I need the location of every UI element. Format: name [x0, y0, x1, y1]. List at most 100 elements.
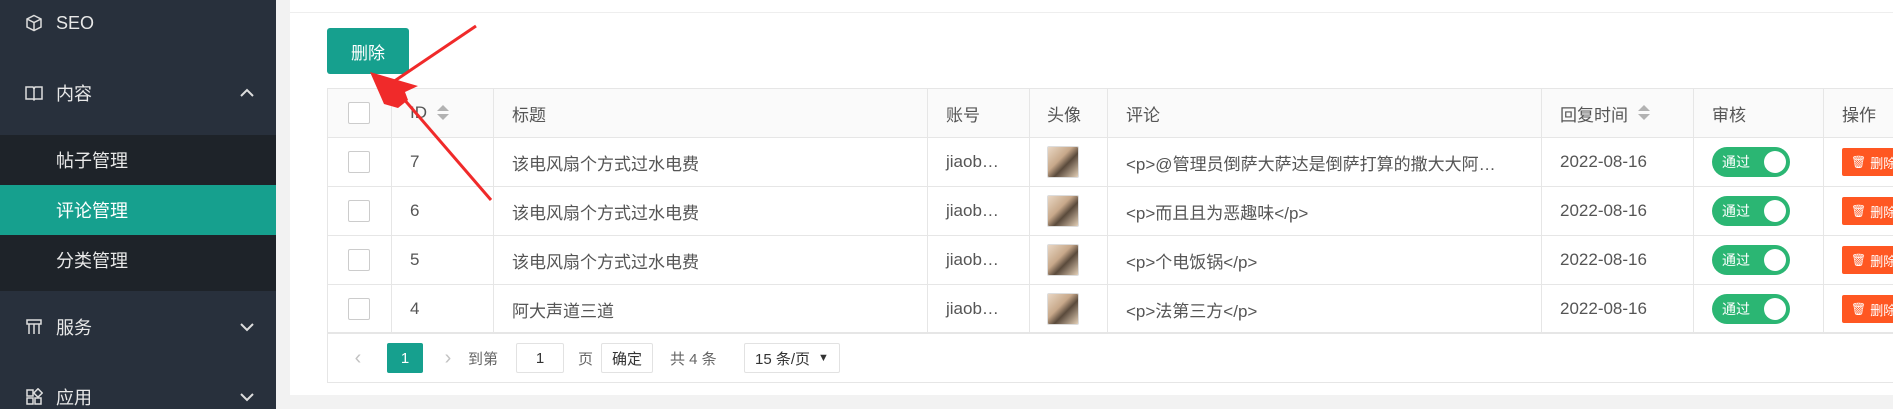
toggle-label: 通过	[1722, 203, 1750, 219]
cell-avatar	[1030, 285, 1108, 333]
cell-audit: 通过	[1694, 138, 1824, 186]
cell-comment: <p>个电饭锅</p>	[1108, 236, 1542, 284]
column-header-label: 头像	[1047, 105, 1081, 125]
page-size-select[interactable]: 15 条/页 ▼	[744, 343, 840, 373]
comments-table: ID 标题 账号 头像 评论 回复时间 审核 操作 7 该电风扇个方式过水电费 …	[327, 88, 1893, 334]
sidebar-item-comments[interactable]: 评论管理	[0, 185, 276, 235]
trash-icon: 🗑	[1851, 155, 1867, 169]
cell-actions: 🗑 删除	[1824, 138, 1893, 186]
sort-icon[interactable]	[437, 105, 449, 121]
sort-icon[interactable]	[1638, 105, 1650, 121]
confirm-page-button[interactable]: 确定	[601, 343, 654, 373]
divider	[290, 12, 1893, 13]
row-delete-button[interactable]: 🗑 删除	[1842, 246, 1893, 274]
column-header-actions: 操作	[1824, 89, 1893, 137]
cell-account: jiaob…	[928, 187, 1030, 235]
row-checkbox-cell	[328, 236, 392, 284]
cell-id: 4	[392, 285, 494, 333]
cell-title: 该电风扇个方式过水电费	[494, 236, 928, 284]
toggle-label: 通过	[1722, 252, 1750, 268]
row-checkbox-cell	[328, 285, 392, 333]
toggle-label: 通过	[1722, 301, 1750, 317]
column-header-id[interactable]: ID	[392, 89, 494, 137]
page-1-button[interactable]: 1	[387, 343, 423, 373]
chevron-up-icon	[240, 88, 254, 97]
avatar[interactable]	[1047, 293, 1079, 325]
column-header-label: 操作	[1842, 105, 1876, 125]
sidebar-item-seo[interactable]: SEO	[0, 0, 276, 52]
next-page-icon[interactable]: ›	[438, 343, 458, 373]
sidebar-item-label: 内容	[56, 84, 92, 104]
column-header-label: 标题	[512, 105, 546, 125]
row-delete-label: 删除	[1870, 253, 1893, 269]
book-icon	[24, 83, 44, 103]
column-header-audit: 审核	[1694, 89, 1824, 137]
sidebar-item-content[interactable]: 内容	[0, 64, 276, 122]
cell-title: 该电风扇个方式过水电费	[494, 187, 928, 235]
column-header-reply-time[interactable]: 回复时间	[1542, 89, 1694, 137]
row-checkbox-cell	[328, 138, 392, 186]
cell-actions: 🗑 删除	[1824, 187, 1893, 235]
cell-title: 该电风扇个方式过水电费	[494, 138, 928, 186]
audit-toggle[interactable]: 通过	[1712, 147, 1790, 177]
avatar[interactable]	[1047, 146, 1079, 178]
cell-title: 阿大声道三道	[494, 285, 928, 333]
column-header-label: 账号	[946, 105, 980, 125]
row-delete-button[interactable]: 🗑 删除	[1842, 197, 1893, 225]
avatar[interactable]	[1047, 244, 1079, 276]
cell-account: jiaob…	[928, 285, 1030, 333]
avatar[interactable]	[1047, 195, 1079, 227]
column-header-label: 回复时间	[1560, 105, 1628, 125]
cell-comment: <p>而且且为恶趣味</p>	[1108, 187, 1542, 235]
row-delete-label: 删除	[1870, 204, 1893, 220]
column-header-comment: 评论	[1108, 89, 1542, 137]
submenu-label: 帖子管理	[56, 151, 128, 171]
cell-account: jiaob…	[928, 236, 1030, 284]
sidebar-item-apps[interactable]: 应用	[0, 368, 276, 409]
sidebar: SEO 内容 帖子管理 评论管理 分类管理 服务 应用	[0, 0, 276, 409]
row-delete-button[interactable]: 🗑 删除	[1842, 295, 1893, 323]
delete-button[interactable]: 删除	[327, 28, 409, 74]
cell-id: 6	[392, 187, 494, 235]
audit-toggle[interactable]: 通过	[1712, 196, 1790, 226]
sidebar-item-label: SEO	[56, 12, 95, 33]
row-checkbox[interactable]	[348, 151, 370, 173]
pagination: ‹ 1 › 到第 页 确定 共 4 条 15 条/页 ▼	[327, 333, 1893, 383]
submenu-label: 分类管理	[56, 251, 128, 271]
select-all-checkbox[interactable]	[348, 102, 370, 124]
chevron-down-icon: ▼	[818, 352, 829, 364]
row-checkbox[interactable]	[348, 298, 370, 320]
cell-reply-time: 2022-08-16	[1542, 236, 1694, 284]
column-header-avatar: 头像	[1030, 89, 1108, 137]
cell-avatar	[1030, 138, 1108, 186]
apps-icon	[24, 387, 44, 407]
row-delete-label: 删除	[1870, 302, 1893, 318]
audit-toggle[interactable]: 通过	[1712, 245, 1790, 275]
row-checkbox[interactable]	[348, 249, 370, 271]
submenu-label: 评论管理	[56, 201, 128, 221]
sidebar-item-categories[interactable]: 分类管理	[0, 235, 276, 285]
cell-reply-time: 2022-08-16	[1542, 285, 1694, 333]
cell-actions: 🗑 删除	[1824, 285, 1893, 333]
sidebar-item-label: 应用	[56, 388, 92, 408]
cell-id: 5	[392, 236, 494, 284]
row-delete-button[interactable]: 🗑 删除	[1842, 148, 1893, 176]
column-header-account: 账号	[928, 89, 1030, 137]
audit-toggle[interactable]: 通过	[1712, 294, 1790, 324]
toggle-knob	[1764, 249, 1786, 271]
cell-audit: 通过	[1694, 236, 1824, 284]
header-checkbox-cell	[328, 89, 392, 137]
page-number-input[interactable]	[516, 343, 564, 373]
toggle-knob	[1764, 298, 1786, 320]
main-content: 删除 ID 标题 账号 头像 评论 回复时间 审核 操作 7 该电风扇个方式过水…	[276, 0, 1893, 409]
sidebar-item-service[interactable]: 服务	[0, 298, 276, 356]
table-row: 6 该电风扇个方式过水电费 jiaob… <p>而且且为恶趣味</p> 2022…	[328, 187, 1893, 236]
trash-icon: 🗑	[1851, 302, 1867, 316]
cell-reply-time: 2022-08-16	[1542, 138, 1694, 186]
row-checkbox[interactable]	[348, 200, 370, 222]
cell-account: jiaob…	[928, 138, 1030, 186]
table-row: 7 该电风扇个方式过水电费 jiaob… <p>@管理员倒萨大萨达是倒萨打算的撒…	[328, 138, 1893, 187]
prev-page-icon[interactable]: ‹	[348, 343, 368, 373]
cube-icon	[24, 13, 44, 33]
sidebar-item-posts[interactable]: 帖子管理	[0, 135, 276, 185]
